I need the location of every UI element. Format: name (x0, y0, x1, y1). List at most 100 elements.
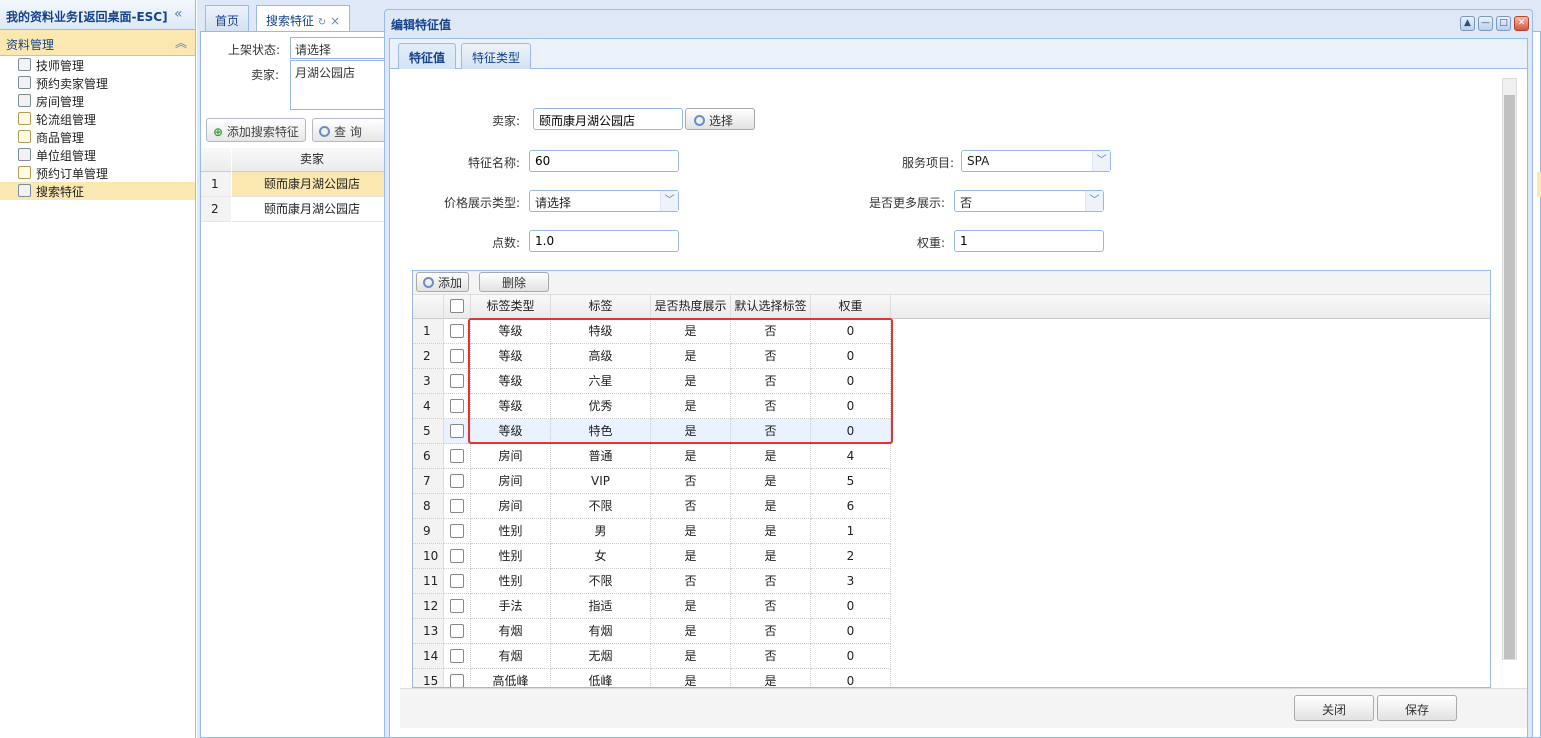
cell-tag[interactable]: VIP (551, 469, 651, 494)
tab-search-feature[interactable]: 搜索特征 ↻ × (256, 5, 351, 32)
cell-hot[interactable]: 是 (651, 619, 731, 644)
cell-weight[interactable]: 1 (811, 519, 891, 544)
cell-weight[interactable]: 0 (811, 619, 891, 644)
row-checkbox[interactable] (450, 624, 464, 638)
cell-type[interactable]: 等级 (471, 394, 551, 419)
select-seller-button[interactable]: 选择 (685, 108, 755, 130)
close-dialog-icon[interactable]: ✕ (1514, 16, 1529, 31)
cell-hot[interactable]: 是 (651, 594, 731, 619)
cell-default[interactable]: 是 (731, 519, 811, 544)
refresh-icon[interactable]: ↻ (318, 17, 326, 28)
cell-hot[interactable]: 是 (651, 544, 731, 569)
accordion-header[interactable]: 资料管理 ︽ (0, 30, 195, 56)
add-search-feature-button[interactable]: ⊕ 添加搜索特征 (206, 118, 306, 142)
row-checkbox-cell[interactable] (444, 569, 471, 594)
cell-type[interactable]: 手法 (471, 594, 551, 619)
status-select[interactable]: 请选择 (290, 37, 390, 59)
close-icon[interactable]: × (330, 14, 340, 28)
sidebar-item[interactable]: 单位组管理 (0, 146, 195, 164)
cell-default[interactable]: 是 (731, 669, 811, 687)
row-checkbox-cell[interactable] (444, 469, 471, 494)
cell-default[interactable]: 否 (731, 369, 811, 394)
add-row-button[interactable]: 添加 (416, 272, 470, 292)
save-button[interactable]: 保存 (1377, 695, 1457, 721)
dialog-scrollbar[interactable] (1502, 78, 1517, 660)
cell-tag[interactable]: 有烟 (551, 619, 651, 644)
cell-weight[interactable]: 0 (811, 319, 891, 344)
row-checkbox[interactable] (450, 599, 464, 613)
delete-row-button[interactable]: 删除 (479, 272, 549, 292)
cell-tag[interactable]: 指适 (551, 594, 651, 619)
row-checkbox-cell[interactable] (444, 644, 471, 669)
cell-type[interactable]: 性别 (471, 544, 551, 569)
cell-type[interactable]: 等级 (471, 419, 551, 444)
cell-default[interactable]: 否 (731, 569, 811, 594)
row-checkbox-cell[interactable] (444, 619, 471, 644)
cell-weight[interactable]: 0 (811, 369, 891, 394)
cell-tag[interactable]: 低峰 (551, 669, 651, 687)
row-checkbox-cell[interactable] (444, 369, 471, 394)
row-checkbox[interactable] (450, 324, 464, 338)
sidebar-item[interactable]: 轮流组管理 (0, 110, 195, 128)
service-select[interactable]: SPA ﹀ (961, 150, 1111, 172)
sidebar-item[interactable]: 预约订单管理 (0, 164, 195, 182)
row-checkbox-cell[interactable] (444, 669, 471, 687)
cell-hot[interactable]: 是 (651, 519, 731, 544)
row-checkbox-cell[interactable] (444, 519, 471, 544)
row-checkbox-cell[interactable] (444, 494, 471, 519)
cell-weight[interactable]: 4 (811, 444, 891, 469)
chevron-down-icon[interactable]: ﹀ (660, 191, 678, 211)
row-checkbox-cell[interactable] (444, 444, 471, 469)
row-checkbox-cell[interactable] (444, 419, 471, 444)
cell-hot[interactable]: 否 (651, 469, 731, 494)
sidebar-item[interactable]: 技师管理 (0, 56, 195, 74)
row-checkbox[interactable] (450, 674, 464, 687)
cell-hot[interactable]: 是 (651, 394, 731, 419)
cell-type[interactable]: 高低峰 (471, 669, 551, 687)
cell-default[interactable]: 否 (731, 644, 811, 669)
sidebar-item[interactable]: 房间管理 (0, 92, 195, 110)
cell-default[interactable]: 是 (731, 469, 811, 494)
cell-hot[interactable]: 是 (651, 369, 731, 394)
cell-tag[interactable]: 无烟 (551, 644, 651, 669)
weight-field[interactable]: 1 (954, 230, 1104, 252)
chevron-down-icon[interactable]: ﹀ (1092, 151, 1110, 171)
cell-tag[interactable]: 高级 (551, 344, 651, 369)
query-button[interactable]: 查 询 (312, 118, 392, 142)
sidebar-item[interactable]: 预约卖家管理 (0, 74, 195, 92)
cell-weight[interactable]: 0 (811, 594, 891, 619)
points-field[interactable]: 1.0 (529, 230, 679, 252)
cell-tag[interactable]: 六星 (551, 369, 651, 394)
cell-tag[interactable]: 普通 (551, 444, 651, 469)
cell-tag[interactable]: 不限 (551, 494, 651, 519)
collapse-up-icon[interactable]: ︽ (175, 34, 187, 51)
cell-type[interactable]: 房间 (471, 444, 551, 469)
cell-tag[interactable]: 特色 (551, 419, 651, 444)
cell-tag[interactable]: 特级 (551, 319, 651, 344)
cell-hot[interactable]: 是 (651, 669, 731, 687)
row-checkbox-cell[interactable] (444, 544, 471, 569)
cell-default[interactable]: 否 (731, 319, 811, 344)
scrollbar-thumb[interactable] (1504, 95, 1515, 659)
tab-feature-type[interactable]: 特征类型 (461, 43, 532, 69)
maximize-icon[interactable]: □ (1496, 16, 1511, 31)
cell-default[interactable]: 是 (731, 544, 811, 569)
cell-weight[interactable]: 2 (811, 544, 891, 569)
sidebar-item[interactable]: 商品管理 (0, 128, 195, 146)
row-checkbox[interactable] (450, 474, 464, 488)
cell-default[interactable]: 是 (731, 494, 811, 519)
cell-weight[interactable]: 6 (811, 494, 891, 519)
cell-default[interactable]: 是 (731, 444, 811, 469)
cell-hot[interactable]: 是 (651, 419, 731, 444)
cell-default[interactable]: 否 (731, 344, 811, 369)
row-checkbox[interactable] (450, 349, 464, 363)
cell-type[interactable]: 等级 (471, 319, 551, 344)
cell-default[interactable]: 否 (731, 619, 811, 644)
cell-weight[interactable]: 3 (811, 569, 891, 594)
row-checkbox[interactable] (450, 524, 464, 538)
collapse-left-icon[interactable]: « (174, 6, 183, 22)
cell-hot[interactable]: 是 (651, 444, 731, 469)
bg-row-seller[interactable]: 颐而康月湖公园店 (232, 197, 392, 222)
cell-default[interactable]: 否 (731, 394, 811, 419)
seller-textarea[interactable]: 月湖公园店 (290, 60, 390, 110)
